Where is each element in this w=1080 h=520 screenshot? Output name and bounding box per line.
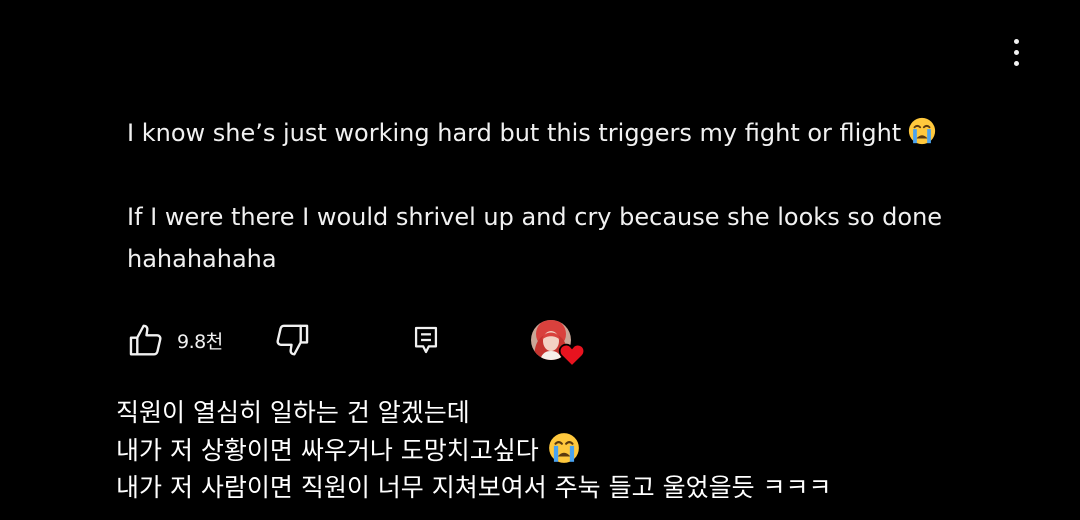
dislike-button[interactable] xyxy=(273,318,311,362)
thumbs-up-icon xyxy=(129,324,162,356)
translation-line-3: 내가 저 사람이면 직원이 너무 지쳐보여서 주눅 들고 울었을듯 ㅋㅋㅋ xyxy=(116,473,832,502)
comment-paragraph-1: I know she’s just working hard but this … xyxy=(127,112,1007,154)
comment-action-bar: 9.8천 xyxy=(127,318,607,368)
comment-text: I know she’s just working hard but this … xyxy=(127,112,1007,280)
more-vertical-icon-dot-2 xyxy=(1013,49,1019,55)
reply-button[interactable] xyxy=(409,318,443,362)
more-vertical-icon xyxy=(1013,38,1019,44)
crying-face-emoji-icon-2 xyxy=(548,433,579,463)
more-options-button[interactable] xyxy=(996,30,1036,74)
like-count: 9.8천 xyxy=(177,330,223,353)
translation-line-1: 직원이 열심히 일하는 건 알겠는데 xyxy=(116,398,470,427)
more-vertical-icon-dot-3 xyxy=(1013,60,1019,66)
like-button[interactable]: 9.8천 xyxy=(127,318,223,362)
creator-heart-badge xyxy=(531,320,587,368)
reply-comment-icon xyxy=(414,326,438,354)
crying-face-emoji-icon xyxy=(909,117,936,145)
comment-paragraph-2: If I were there I would shrivel up and c… xyxy=(127,203,943,273)
heart-icon xyxy=(558,343,586,368)
comment-paragraph-1-text: I know she’s just working hard but this … xyxy=(127,119,902,147)
translation-line-2-text: 내가 저 상황이면 싸우거나 도망치고싶다 xyxy=(116,436,539,465)
translation-line-2: 내가 저 상황이면 싸우거나 도망치고싶다 xyxy=(116,431,1056,469)
translation-caption: 직원이 열심히 일하는 건 알겠는데 내가 저 상황이면 싸우거나 도망치고싶다… xyxy=(116,394,1056,506)
thumbs-down-icon xyxy=(276,324,309,356)
